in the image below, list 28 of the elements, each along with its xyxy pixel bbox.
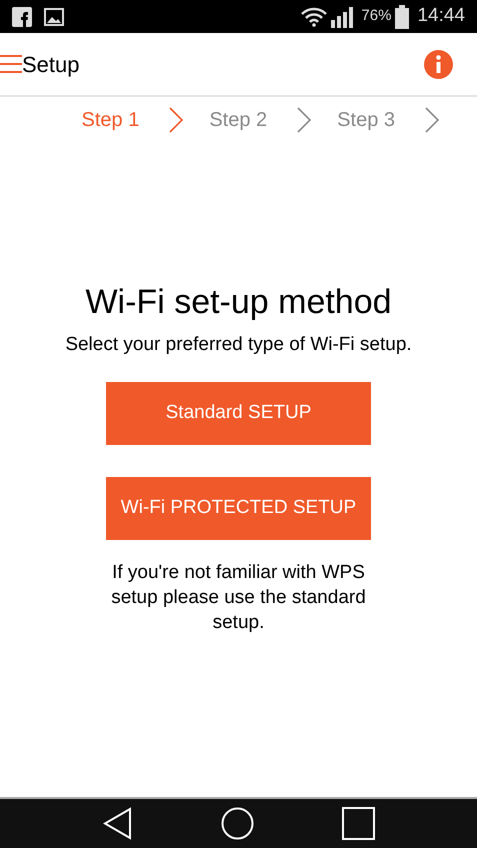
facebook-icon — [12, 6, 32, 26]
image-icon — [44, 8, 64, 26]
step-tab[interactable]: Step 3 — [337, 105, 395, 135]
menu-icon — [0, 54, 22, 74]
chevron-right-icon — [169, 107, 184, 133]
chevron-right-icon — [425, 107, 439, 133]
battery-percent: 76% — [361, 6, 392, 26]
back-icon — [102, 807, 132, 840]
wifi-icon — [301, 6, 328, 26]
home-button[interactable] — [220, 807, 254, 840]
info-icon — [424, 50, 453, 78]
header-title: Setup — [22, 50, 80, 79]
recents-button[interactable] — [342, 807, 374, 840]
setup-button[interactable]: Wi-Fi PROTECTED SETUP — [106, 477, 371, 540]
page-subtitle: Select your preferred type of Wi-Fi setup. — [65, 332, 412, 356]
back-button[interactable] — [102, 807, 132, 840]
setup-button[interactable]: Standard SETUP — [106, 382, 371, 445]
step-tab[interactable]: Step 1 — [82, 105, 140, 135]
step-tab[interactable]: Step 2 — [209, 105, 268, 135]
wps-note: If you're not familiar with WPS setup please use the standard setup. — [110, 561, 367, 635]
page-title: Wi-Fi set-up method — [85, 282, 392, 323]
battery-icon — [395, 4, 410, 28]
clock: 14:44 — [417, 4, 465, 28]
info-button[interactable] — [424, 50, 453, 78]
recents-icon — [342, 807, 374, 840]
home-icon — [220, 807, 254, 840]
chevron-right-icon — [297, 107, 312, 133]
menu-button[interactable] — [0, 52, 22, 76]
